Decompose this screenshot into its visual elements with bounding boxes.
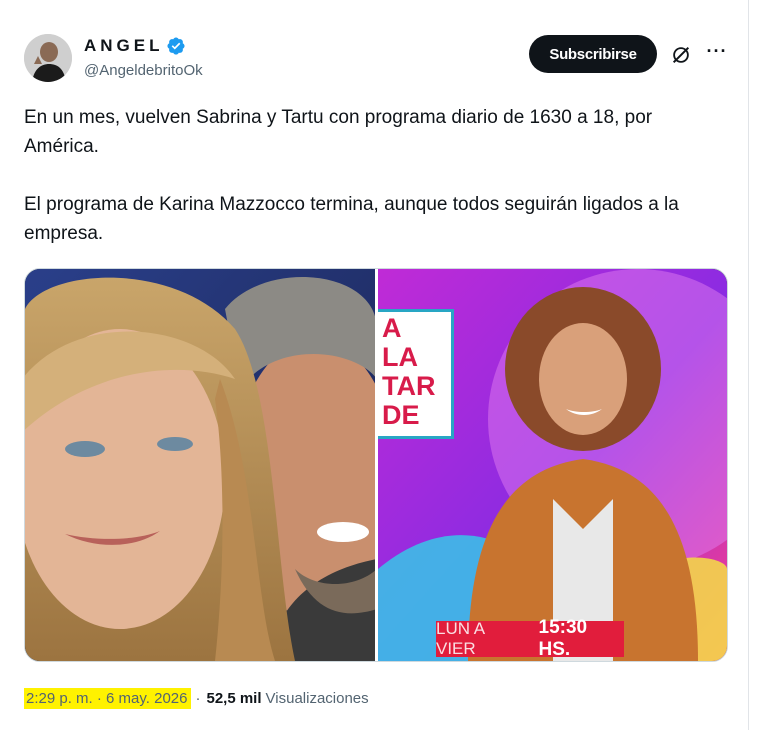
grok-icon[interactable]	[670, 44, 692, 66]
promo-sign-line: LA	[382, 342, 418, 372]
verified-badge-icon	[166, 37, 185, 55]
photo-woman-promo[interactable]: A LA TAR DE LUN A VIER 15:30 HS.	[378, 269, 727, 661]
views-label: Visualizaciones	[265, 689, 369, 707]
author-name-row[interactable]: ANGEL	[84, 36, 186, 56]
views-count[interactable]: 52,5 mil	[206, 690, 261, 707]
tweet-timestamp[interactable]: 2:29 p. m. · 6 may. 2026	[24, 687, 192, 709]
tweet-paragraph: En un mes, vuelven Sabrina y Tartu con p…	[24, 107, 653, 157]
tweet-text: En un mes, vuelven Sabrina y Tartu con p…	[24, 103, 724, 248]
schedule-days: LUN A VIER	[436, 619, 485, 658]
tweet-header: ANGEL @AngeldebritoOk Subscribirse ···	[24, 32, 734, 88]
card-border	[748, 0, 749, 730]
more-options-icon[interactable]: ···	[704, 40, 730, 66]
author-handle[interactable]: @AngeldebritoOk	[84, 62, 203, 79]
avatar[interactable]	[24, 34, 72, 82]
schedule-time: 15:30 HS.	[538, 617, 588, 660]
schedule-banner: LUN A VIER 15:30 HS.	[436, 617, 624, 660]
tweet-media[interactable]: A LA TAR DE LUN A VIER 15:30 HS.	[24, 268, 728, 662]
promo-sign-line: DE	[382, 400, 420, 430]
promo-sign-line: A	[382, 313, 402, 343]
subscribe-button[interactable]: Subscribirse	[529, 35, 657, 73]
photo-woman-and-man[interactable]	[25, 269, 377, 661]
promo-sign-line: TAR	[382, 371, 436, 401]
tweet-meta: 2:29 p. m. · 6 may. 2026 · 52,5 mil Visu…	[24, 686, 369, 710]
promo-sign: A LA TAR DE	[378, 309, 454, 439]
meta-separator: ·	[195, 689, 201, 707]
tweet-paragraph: El programa de Karina Mazzocco termina, …	[24, 194, 679, 244]
author-name[interactable]: ANGEL	[84, 36, 164, 56]
